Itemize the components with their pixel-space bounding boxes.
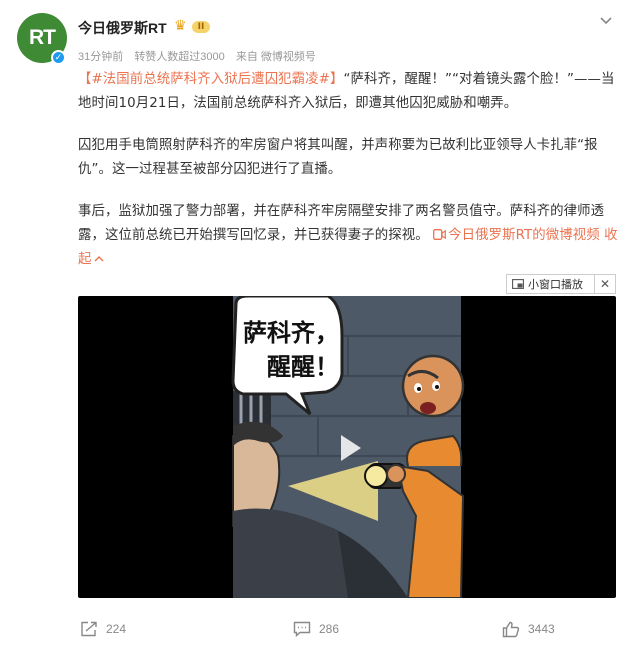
hashtag-link[interactable]: 【#法国前总统萨科齐入狱后遭囚犯霸凌#】 — [78, 72, 343, 87]
level-badge: II — [192, 21, 210, 33]
speech-line-2: 醒醒！ — [267, 353, 339, 381]
post-text: 【#法国前总统萨科齐入狱后遭囚犯霸凌#】“萨科齐，醒醒！”“对着镜头露个脸！”—… — [78, 68, 618, 272]
chevron-up-icon — [94, 256, 103, 262]
post-paragraph-1: 【#法国前总统萨科齐入狱后遭囚犯霸凌#】“萨科齐，醒醒！”“对着镜头露个脸！”—… — [78, 68, 618, 116]
like-button[interactable]: 3443 — [502, 615, 555, 643]
post-source: 来自 微博视频号 — [235, 51, 316, 63]
author-name[interactable]: 今日俄罗斯RT — [78, 18, 167, 38]
video-link[interactable]: 今日俄罗斯RT的微博视频 — [433, 228, 600, 243]
repost-button[interactable]: 224 — [80, 615, 126, 643]
pip-close-button[interactable]: ✕ — [595, 277, 615, 291]
repost-count: 224 — [106, 622, 127, 636]
comment-count: 286 — [319, 622, 340, 636]
avatar-text: RT — [29, 26, 56, 49]
play-icon[interactable] — [332, 431, 366, 465]
post-paragraph-3: 事后，监狱加强了警力部署，并在萨科齐牢房隔壁安排了两名警员值守。萨科齐的律师透露… — [78, 200, 618, 272]
post-footer: 224 286 3443 — [0, 615, 626, 643]
speech-line-1: 萨科齐， — [243, 319, 339, 347]
repost-icon — [81, 621, 97, 637]
reposts-note: 转赞人数超过3000 — [134, 51, 225, 63]
post-time[interactable]: 31分钟前 — [78, 51, 123, 63]
chevron-down-icon[interactable] — [596, 10, 616, 30]
video-player[interactable]: 萨科齐， 醒醒！ — [78, 296, 616, 598]
post-paragraph-2: 囚犯用手电筒照射萨科齐的牢房窗户将其叫醒，并声称要为已故利比亚领导人卡扎菲“报仇… — [78, 138, 598, 177]
pip-label: 小窗口播放 — [528, 278, 583, 291]
pip-icon — [512, 279, 524, 289]
video-icon — [433, 229, 447, 240]
video-link-text: 今日俄罗斯RT的微博视频 — [448, 228, 600, 243]
speech-bubble-text: 萨科齐， 醒醒！ — [234, 316, 339, 384]
comment-button[interactable]: 286 — [293, 615, 339, 643]
comment-icon — [293, 621, 311, 637]
thumbs-up-icon — [502, 621, 520, 637]
verified-badge-icon: ✓ — [51, 50, 66, 65]
crown-icon: ♛ — [174, 18, 187, 34]
like-count: 3443 — [528, 622, 555, 636]
post-meta: 31分钟前 转赞人数超过3000 来自 微博视频号 — [78, 48, 324, 64]
pip-control: 小窗口播放 ✕ — [506, 274, 616, 294]
pip-button[interactable]: 小窗口播放 — [507, 275, 595, 293]
